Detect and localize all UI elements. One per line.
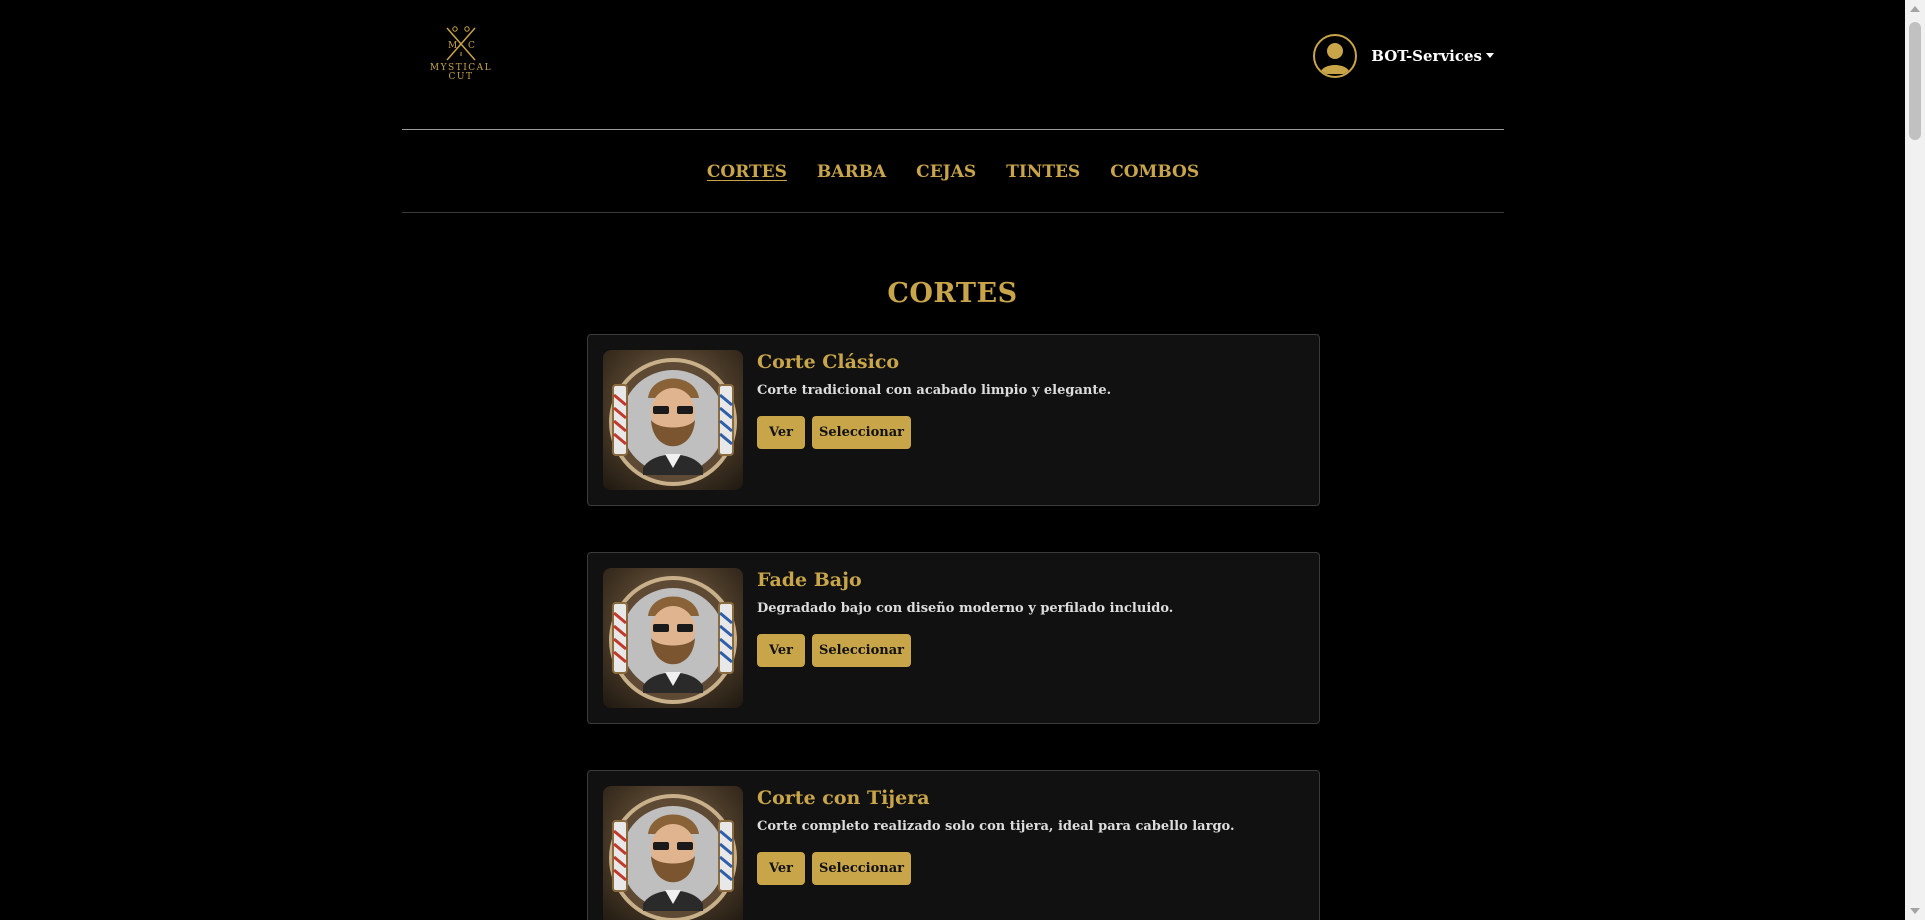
service-description: Degradado bajo con diseño moderno y perf… bbox=[757, 601, 1174, 616]
logo-initial-left: M bbox=[448, 41, 457, 51]
view-button[interactable]: Ver bbox=[757, 416, 805, 449]
select-button[interactable]: Seleccionar bbox=[812, 416, 911, 449]
nav-tab-tintes[interactable]: TINTES bbox=[1006, 162, 1080, 182]
service-card: Corte Clásico Corte tradicional con acab… bbox=[587, 334, 1320, 506]
section-title: CORTES bbox=[887, 278, 1018, 309]
barber-portrait-icon bbox=[603, 568, 743, 708]
nav-tab-cejas[interactable]: CEJAS bbox=[916, 162, 976, 182]
select-button[interactable]: Seleccionar bbox=[812, 852, 911, 885]
nav-tab-combos[interactable]: COMBOS bbox=[1110, 162, 1199, 182]
service-name: Corte con Tijera bbox=[757, 787, 930, 809]
page: M C MYSTICAL CUT BOT-Services CORTES BAR… bbox=[0, 0, 1925, 920]
logo-text-line2: CUT bbox=[448, 72, 474, 82]
logo-initial-right: C bbox=[468, 41, 475, 51]
mystical-cut-logo[interactable]: M C MYSTICAL CUT bbox=[424, 24, 498, 90]
service-card: Fade Bajo Degradado bajo con diseño mode… bbox=[587, 552, 1320, 724]
view-button[interactable]: Ver bbox=[757, 634, 805, 667]
select-button[interactable]: Seleccionar bbox=[812, 634, 911, 667]
vertical-scrollbar[interactable] bbox=[1905, 0, 1925, 920]
barber-portrait-icon bbox=[603, 350, 743, 490]
logo-emblem-icon: M C bbox=[446, 26, 476, 61]
user-name: BOT-Services bbox=[1371, 47, 1494, 65]
view-button[interactable]: Ver bbox=[757, 852, 805, 885]
scroll-up-arrow-icon[interactable] bbox=[1910, 6, 1920, 12]
scroll-down-arrow-icon[interactable] bbox=[1910, 908, 1920, 914]
category-nav: CORTES BARBA CEJAS TINTES COMBOS bbox=[402, 131, 1504, 213]
site-header: M C MYSTICAL CUT BOT-Services bbox=[402, 0, 1504, 130]
service-description: Corte completo realizado solo con tijera… bbox=[757, 819, 1235, 834]
nav-tab-barba[interactable]: BARBA bbox=[817, 162, 886, 182]
service-name: Corte Clásico bbox=[757, 351, 900, 373]
nav-tab-cortes[interactable]: CORTES bbox=[707, 162, 787, 182]
user-avatar-icon bbox=[1313, 34, 1358, 78]
user-menu-dropdown[interactable]: BOT-Services bbox=[1313, 32, 1494, 80]
barber-portrait-icon bbox=[603, 786, 743, 920]
service-name: Fade Bajo bbox=[757, 569, 862, 591]
service-description: Corte tradicional con acabado limpio y e… bbox=[757, 383, 1112, 398]
service-card: Corte con Tijera Corte completo realizad… bbox=[587, 770, 1320, 920]
scrollbar-thumb[interactable] bbox=[1909, 22, 1921, 140]
caret-down-icon bbox=[1486, 53, 1494, 58]
